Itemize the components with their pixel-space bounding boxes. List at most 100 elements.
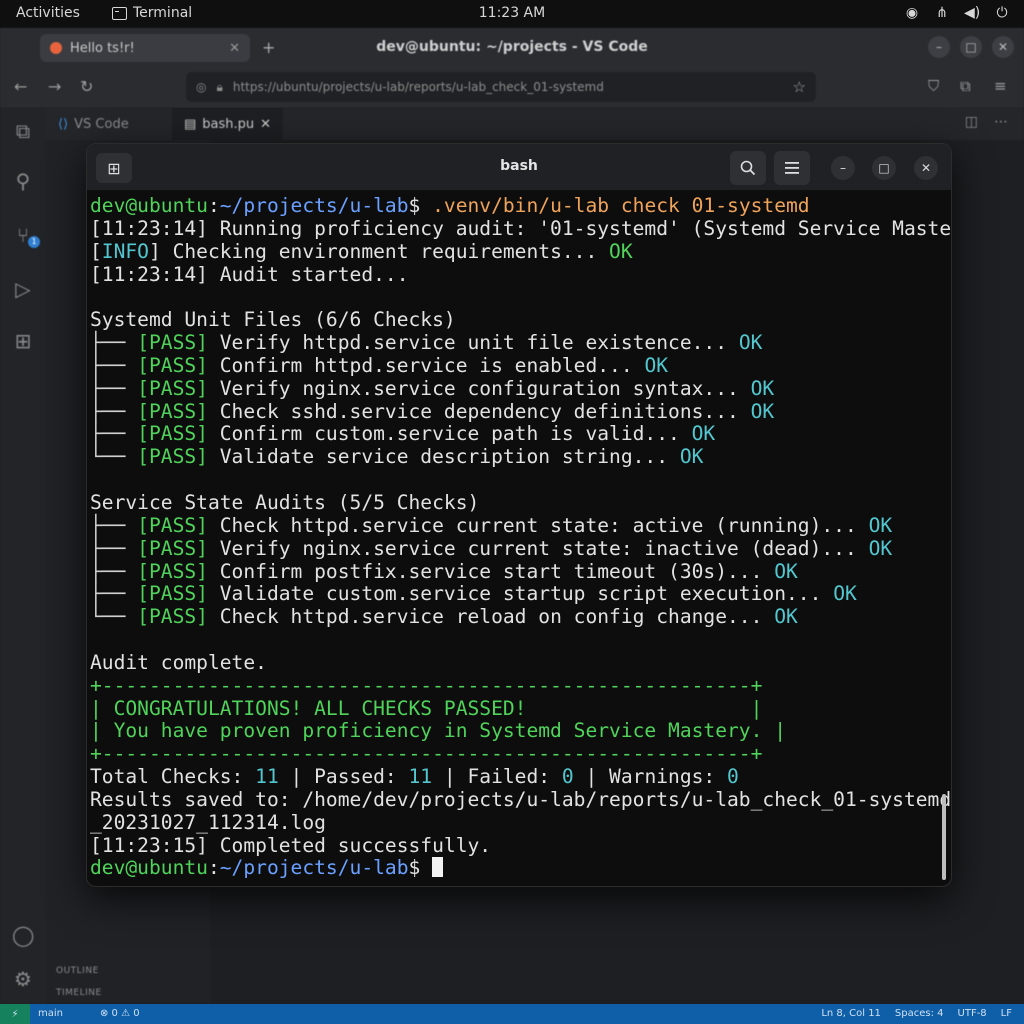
pass-tag: [PASS] — [137, 422, 208, 446]
power-icon[interactable]: ⏻ — [994, 5, 1010, 21]
extensions-icon[interactable]: ⊞ — [12, 330, 34, 352]
outline-section[interactable]: OUTLINE — [56, 966, 99, 976]
check-item: ├── [PASS] Verify httpd.service unit fil… — [90, 331, 942, 355]
check-item: ├── [PASS] Verify nginx.service current … — [90, 536, 942, 561]
ok-status: OK — [644, 353, 669, 377]
total-count: 11 — [255, 765, 279, 789]
more-actions-icon[interactable]: ⋯ — [994, 114, 1008, 130]
hamburger-menu-icon — [785, 162, 799, 174]
maximize-icon[interactable]: □ — [960, 36, 982, 58]
prompt-dollar: $ — [408, 194, 421, 217]
shield-icon[interactable]: ◎ — [196, 80, 206, 94]
tree-branch: ├── — [90, 353, 138, 377]
terminal-app-icon — [112, 6, 127, 20]
check-item: ├── [PASS] Confirm httpd.service is enab… — [90, 353, 942, 378]
check-item: ├── [PASS] Check sshd.service dependency… — [90, 399, 942, 424]
forward-arrow-icon[interactable]: → — [48, 77, 61, 96]
prompt-separator: : — [207, 194, 220, 217]
split-editor-icon[interactable]: ◫ — [965, 114, 978, 130]
section-title: Systemd Unit Files (6/6 Checks) — [90, 308, 456, 332]
close-icon[interactable]: ✕ — [992, 36, 1014, 58]
tree-branch: ├── — [90, 331, 138, 355]
check-item: └── [PASS] Validate service description … — [90, 445, 942, 469]
ok-status: OK — [691, 422, 716, 446]
network-icon[interactable]: ⋔ — [934, 5, 950, 21]
line-ending[interactable]: LF — [1001, 1008, 1012, 1019]
check-item: ├── [PASS] Confirm postfix.service start… — [90, 559, 942, 584]
results-path-2: _20231027_112314.log — [90, 810, 326, 834]
log-started: [11:23:14] Audit started... — [90, 262, 409, 286]
browser-window: Hello ts!r! ✕ + dev@ubuntu: ~/projects -… — [0, 28, 1024, 108]
pocket-icon[interactable]: ⛉ — [928, 77, 939, 95]
run-debug-icon[interactable]: ▷ — [12, 278, 34, 300]
browser-window-title: dev@ubuntu: ~/projects - VS Code — [376, 39, 648, 55]
extensions-icon[interactable]: ⧉ — [960, 77, 971, 95]
prompt-path: ~/projects/u-lab — [219, 194, 409, 217]
check-text: Confirm httpd.service is enabled... — [207, 353, 645, 377]
terminal-output[interactable]: dev@ubuntu:~/projects/u-lab$ .venv/bin/u… — [90, 194, 952, 885]
tab-label: VS Code — [74, 116, 129, 132]
check-item: ├── [PASS] Confirm custom.service path i… — [90, 423, 942, 446]
section-state-audits: ├── [PASS] Check httpd.service current s… — [90, 513, 942, 629]
search-icon[interactable]: ⚲ — [12, 170, 34, 192]
text-cursor — [432, 857, 444, 878]
check-text: Validate service description string... — [207, 445, 680, 469]
tree-branch: ├── — [90, 422, 138, 446]
prompt-user: dev@ubuntu — [90, 856, 208, 880]
log-info: [INFO] Checking environment requirements… — [90, 239, 942, 264]
results-path-1: Results saved to: /home/dev/projects/u-l… — [90, 787, 952, 811]
account-icon[interactable]: ◯ — [12, 924, 34, 946]
prompt-path: ~/projects/u-lab — [219, 856, 409, 880]
pass-tag: [PASS] — [137, 536, 208, 560]
settings-gear-icon[interactable]: ⚙ — [12, 968, 34, 990]
cursor-position[interactable]: Ln 8, Col 11 — [821, 1008, 881, 1019]
menu-icon[interactable]: ≡ — [994, 77, 1007, 95]
new-terminal-tab-icon[interactable]: ⊞ — [96, 153, 132, 183]
active-prompt[interactable]: dev@ubuntu:~/projects/u-lab$ — [90, 857, 942, 880]
failed-label: | Failed: — [432, 765, 562, 789]
maximize-icon[interactable]: □ — [872, 156, 896, 180]
close-tab-icon[interactable]: ✕ — [260, 117, 271, 132]
tab-bash-pu[interactable]: ▤ bash.pu ✕ — [172, 108, 284, 140]
vscode-icon: ⟨⟩ — [58, 116, 69, 132]
system-tray[interactable]: ◉ ⋔ ◀) ⏻ — [904, 5, 1010, 21]
activities-button[interactable]: Activities — [16, 5, 80, 21]
bookmark-star-icon[interactable]: ☆ — [793, 78, 806, 96]
ok-status: OK — [738, 331, 763, 355]
terminal-scrollbar[interactable] — [942, 794, 946, 880]
minimize-icon[interactable]: – — [928, 36, 950, 58]
minimize-icon[interactable]: – — [831, 156, 855, 180]
branch-indicator[interactable]: main — [38, 1008, 63, 1019]
menu-button[interactable] — [774, 151, 810, 185]
tab-vscode[interactable]: ⟨⟩ VS Code — [46, 108, 141, 140]
prompt-separator: : — [207, 856, 220, 880]
check-item: ├── [PASS] Check httpd.service current s… — [90, 513, 942, 538]
audit-complete: Audit complete. — [90, 650, 267, 674]
problems-indicator[interactable]: ⊗ 0 ⚠ 0 — [100, 1008, 140, 1019]
search-button[interactable] — [730, 151, 766, 185]
explorer-icon[interactable]: ⧉ — [12, 120, 34, 142]
app-menu[interactable]: Terminal — [112, 5, 192, 21]
volume-icon[interactable]: ◀) — [964, 5, 980, 21]
encoding[interactable]: UTF-8 — [958, 1008, 987, 1019]
timeline-section[interactable]: TIMELINE — [56, 988, 102, 998]
ok-status: OK — [750, 376, 775, 400]
chrome-icon[interactable]: ◉ — [904, 5, 920, 21]
tree-branch: ├── — [90, 513, 138, 537]
back-arrow-icon[interactable]: ← — [14, 77, 27, 96]
remote-indicator-icon[interactable]: ⚡ — [0, 1004, 30, 1024]
reload-icon[interactable]: ↻ — [80, 77, 93, 96]
terminal-window: ⊞ bash – □ ✕ dev@ubuntu:~/projects/u-lab… — [86, 143, 952, 887]
info-text: ] Checking environment requirements... — [148, 239, 610, 263]
ok-status: OK — [868, 536, 893, 560]
check-text: Check sshd.service dependency definition… — [207, 399, 751, 423]
ok-status: OK — [609, 239, 633, 263]
tree-branch: └── — [90, 605, 138, 629]
check-item: ├── [PASS] Verify nginx.service configur… — [90, 376, 942, 401]
address-bar[interactable]: ◎ 🔒︎ https://ubuntu/projects/u-lab/repor… — [186, 72, 816, 102]
ok-status: OK — [774, 559, 798, 583]
close-icon[interactable]: ✕ — [914, 156, 938, 180]
ok-status: OK — [679, 445, 704, 469]
indentation[interactable]: Spaces: 4 — [895, 1008, 944, 1019]
